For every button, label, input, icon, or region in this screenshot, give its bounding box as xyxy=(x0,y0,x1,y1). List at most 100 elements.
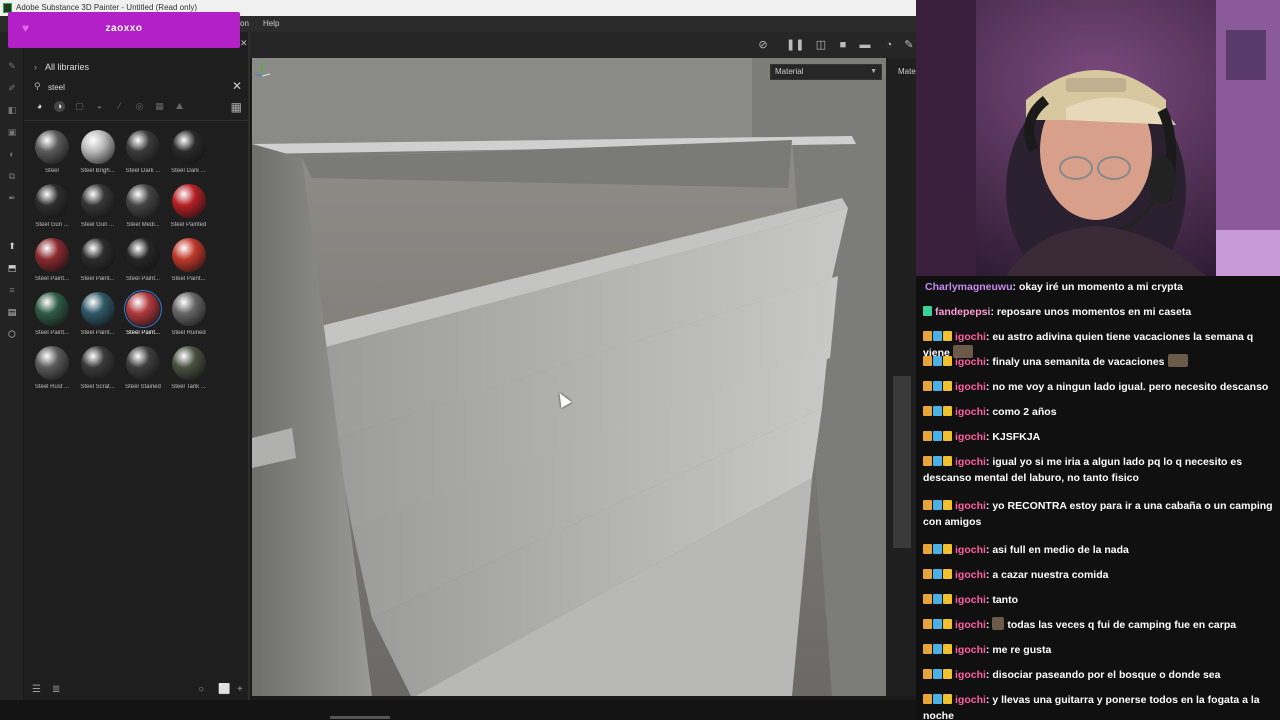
camera-icon[interactable]: ▬ xyxy=(858,38,872,52)
chat-text: finaly una semanita de vacaciones xyxy=(992,356,1165,368)
material-label: Steel Brigh... xyxy=(80,168,115,174)
material-preview-sphere xyxy=(171,238,206,272)
user-badges xyxy=(923,354,953,370)
chat-username[interactable]: igochi xyxy=(955,644,986,656)
chat-username[interactable]: igochi xyxy=(955,381,986,393)
material-label: Steel xyxy=(45,168,59,174)
pause-icon[interactable]: ❚❚ xyxy=(786,38,804,52)
chat-username[interactable]: igochi xyxy=(955,431,986,443)
chat-username[interactable]: igochi xyxy=(955,669,986,681)
render-icon[interactable]: ✎ xyxy=(902,38,916,52)
badge-icon xyxy=(923,594,932,604)
menu-item-window[interactable]: on xyxy=(240,19,249,28)
chat-username[interactable]: igochi xyxy=(955,500,986,512)
close-icon[interactable]: ✕ xyxy=(232,79,242,93)
chat-username[interactable]: igochi xyxy=(955,331,986,343)
material-thumbnail[interactable]: Steel Gun ... xyxy=(30,182,74,234)
layers-icon[interactable]: ≡ xyxy=(6,284,18,296)
shelf-icon[interactable]: ⬒ xyxy=(6,262,18,274)
add-icon[interactable]: + xyxy=(237,684,243,695)
libraries-header[interactable]: › All libraries xyxy=(34,62,89,72)
material-thumbnail[interactable]: Steel Scrat... xyxy=(76,344,120,396)
material-thumbnail[interactable]: Steel Paint... xyxy=(76,236,120,288)
smart-material-filter-icon[interactable]: ◑ xyxy=(54,101,65,112)
brush-filter-icon[interactable]: ⁄ xyxy=(114,101,125,112)
filter-list-icon[interactable]: ≣ xyxy=(52,684,60,695)
material-thumbnail[interactable]: Steel Paint... xyxy=(30,236,74,288)
material-thumbnail[interactable]: Steel xyxy=(30,128,74,180)
user-badges xyxy=(923,642,953,658)
chat-message: igochi: disociar paseando por el bosque … xyxy=(923,667,1273,683)
close-icon[interactable]: ✕ xyxy=(240,38,248,49)
filter-row: ◕ ◑ ▢ ◒ ⁄ ◎ ▦ ⛰ ▦ xyxy=(30,100,246,114)
chat-username[interactable]: fandepepsi xyxy=(935,306,990,318)
texture-filter-icon[interactable]: ▢ xyxy=(74,101,85,112)
material-preview-sphere xyxy=(35,292,69,326)
material-filter-icon[interactable]: ◕ xyxy=(34,101,45,112)
chat-username[interactable]: igochi xyxy=(955,356,986,368)
menu-item-help[interactable]: Help xyxy=(263,19,279,28)
material-thumbnail[interactable]: Steel Stained xyxy=(121,344,165,396)
chat-message: igochi: me re gusta xyxy=(923,642,1273,658)
material-thumbnail[interactable]: Steel Paint... xyxy=(76,290,120,342)
material-thumbnail[interactable]: Steel Gun ... xyxy=(76,182,120,234)
eraser-icon[interactable]: ✐ xyxy=(6,82,18,94)
chat-username[interactable]: igochi xyxy=(955,456,986,468)
badge-icon xyxy=(933,644,942,654)
material-thumbnail[interactable]: Steel Tank ... xyxy=(167,344,211,396)
clone-icon[interactable]: ⧉ xyxy=(6,170,18,182)
chat-username[interactable]: igochi xyxy=(955,619,986,631)
chat-username[interactable]: igochi xyxy=(955,544,986,556)
chat-username[interactable]: igochi xyxy=(955,594,986,606)
list-view-icon[interactable]: ☰ xyxy=(32,684,41,695)
3d-viewport[interactable] xyxy=(252,58,886,696)
material-thumbnail[interactable]: Steel Dark ... xyxy=(121,128,165,180)
badge-icon xyxy=(923,544,932,554)
split-view-icon[interactable]: ◫ xyxy=(814,38,828,52)
material-thumbnail[interactable]: Steel Brigh... xyxy=(76,128,120,180)
paint-brush-icon[interactable]: ✎ xyxy=(6,60,18,72)
badge-icon xyxy=(943,694,952,704)
material-thumbnail[interactable]: Steel Rust ... xyxy=(30,344,74,396)
horizontal-scrollbar[interactable] xyxy=(330,716,390,719)
procedural-filter-icon[interactable]: ◎ xyxy=(134,101,145,112)
new-folder-icon[interactable]: ⬜ xyxy=(218,684,230,695)
chat-username[interactable]: Charlymagneuwu xyxy=(925,281,1013,293)
material-thumbnail[interactable]: Steel Ruined xyxy=(167,290,211,342)
grid-filter-icon[interactable]: ▦ xyxy=(154,101,165,112)
texture-set-icon[interactable]: ▤ xyxy=(6,306,18,318)
material-mode-dropdown[interactable]: Material ▼ xyxy=(770,64,882,80)
tab-material[interactable]: Mate xyxy=(898,64,916,80)
projection-icon[interactable]: ◧ xyxy=(6,104,18,116)
user-badges xyxy=(923,567,953,583)
display-settings-icon[interactable]: ⬡ xyxy=(6,328,18,340)
material-thumbnail[interactable]: Steel Paint... xyxy=(167,236,211,288)
alpha-filter-icon[interactable]: ◒ xyxy=(94,101,105,112)
material-thumbnail[interactable]: Steel Painted xyxy=(167,182,211,234)
chat-username[interactable]: igochi xyxy=(955,569,986,581)
material-thumbnail[interactable]: Steel Medi... xyxy=(121,182,165,234)
environment-icon[interactable]: ◔ xyxy=(882,38,896,52)
environment-filter-icon[interactable]: ⛰ xyxy=(174,101,185,112)
hide-icon[interactable]: ⊘ xyxy=(756,38,770,52)
grid-view-icon[interactable]: ▦ xyxy=(231,100,242,114)
smudge-icon[interactable]: ◐ xyxy=(6,148,18,160)
chat-text: asi full en medio de la nada xyxy=(992,544,1129,556)
badge-icon xyxy=(933,406,942,416)
cube-icon[interactable]: ■ xyxy=(836,38,850,52)
assets-icon[interactable]: ⬆ xyxy=(6,240,18,252)
axis-gizmo-icon xyxy=(254,62,271,77)
polygon-fill-icon[interactable]: ▣ xyxy=(6,126,18,138)
material-thumbnail[interactable]: Steel Paint... xyxy=(30,290,74,342)
search-input[interactable] xyxy=(48,80,218,94)
material-label: Steel Rust ... xyxy=(34,384,70,390)
chat-username[interactable]: igochi xyxy=(955,694,986,706)
material-thumbnail[interactable]: Steel Paint... xyxy=(121,290,165,342)
badge-icon xyxy=(923,644,932,654)
chat-username[interactable]: igochi xyxy=(955,406,986,418)
material-thumbnail[interactable]: Steel Dark ... xyxy=(167,128,211,180)
refresh-icon[interactable]: ○ xyxy=(198,684,204,695)
scrollbar[interactable] xyxy=(893,376,911,548)
picker-icon[interactable]: ✒ xyxy=(6,192,18,204)
material-thumbnail[interactable]: Steel Paint... xyxy=(121,236,165,288)
